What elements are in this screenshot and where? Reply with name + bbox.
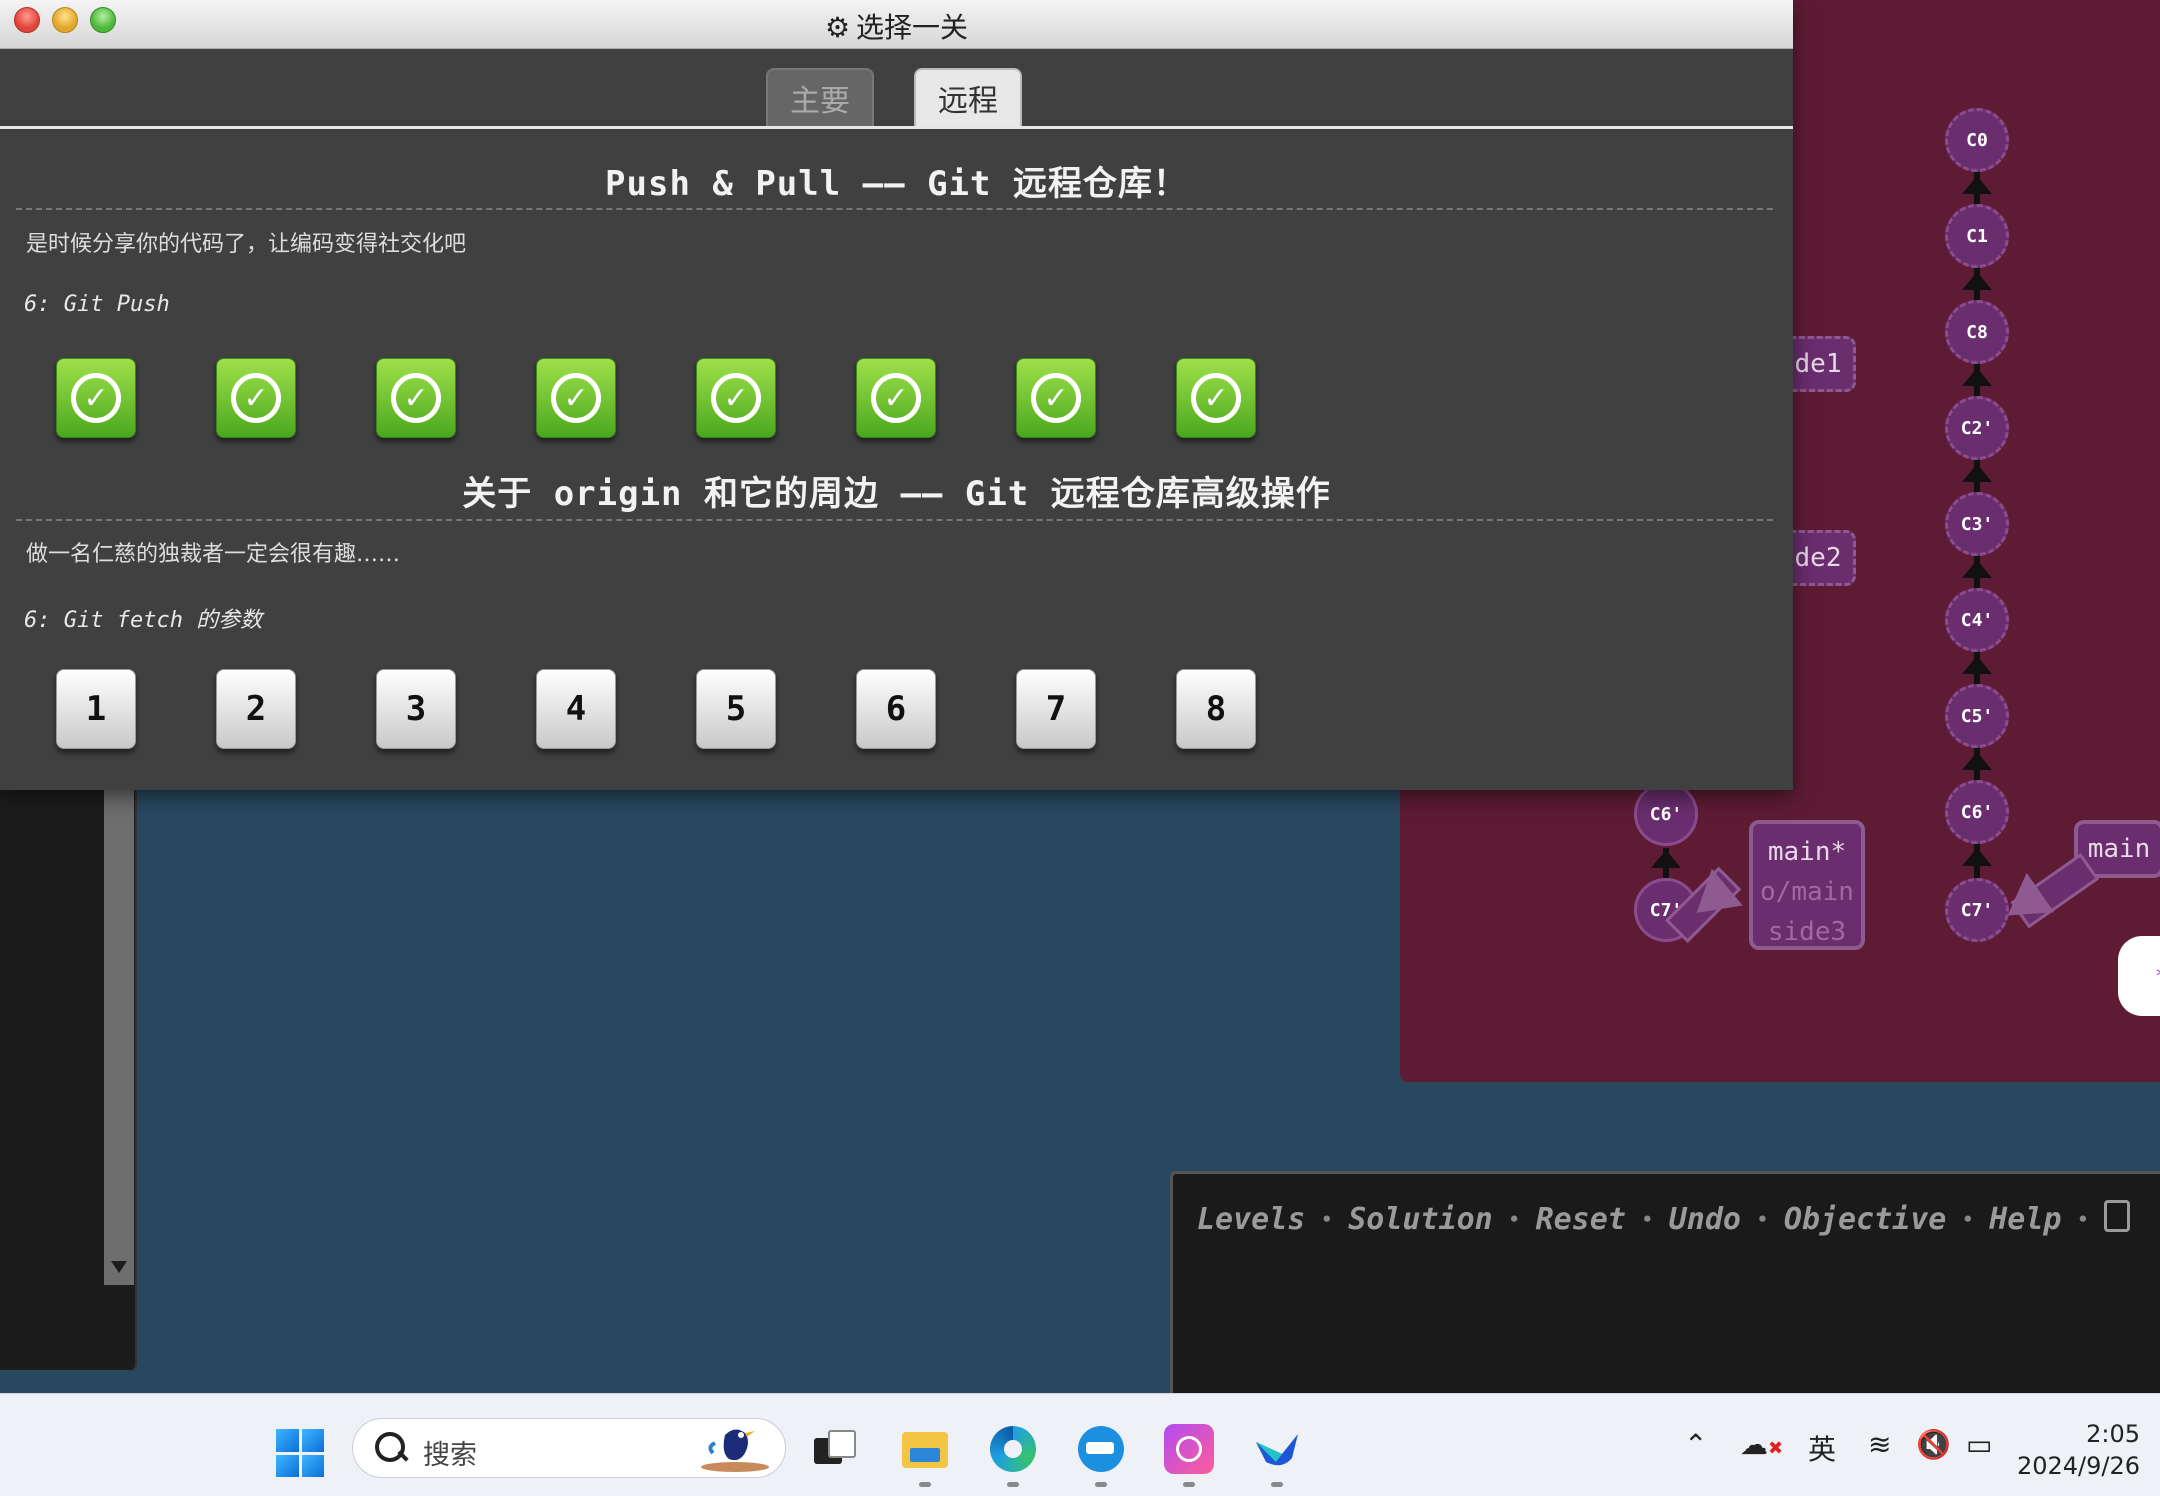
level-button-completed[interactable]: ✓ <box>696 358 776 438</box>
levels-link[interactable]: Levels <box>1197 1202 1305 1237</box>
level-button[interactable]: 3 <box>376 669 456 749</box>
commit-node[interactable]: C6' <box>1634 782 1698 846</box>
wifi-icon[interactable]: ≋ <box>1868 1428 1891 1461</box>
search-highlight-icon <box>701 1429 769 1472</box>
commit-node[interactable]: C6' <box>1945 780 2009 844</box>
level-button[interactable]: 7 <box>1016 669 1096 749</box>
creative-app-icon[interactable] <box>1164 1424 1214 1474</box>
level-button-completed[interactable]: ✓ <box>536 358 616 438</box>
level-button[interactable]: 5 <box>696 669 776 749</box>
commit-node[interactable]: C5' <box>1945 684 2009 748</box>
undo-link[interactable]: Undo <box>1669 1202 1741 1237</box>
tab-remote[interactable]: 远程 <box>914 68 1022 126</box>
checkmark-icon: ✓ <box>551 373 601 423</box>
level-button-completed[interactable]: ✓ <box>56 358 136 438</box>
checkmark-icon: ✓ <box>871 373 921 423</box>
windows-start-icon[interactable] <box>276 1429 324 1477</box>
left-scrollbar[interactable] <box>104 780 134 1285</box>
tab-main[interactable]: 主要 <box>766 68 874 126</box>
level-button[interactable]: 4 <box>536 669 616 749</box>
branch-box-main[interactable]: main* o/main side3 <box>1749 820 1865 950</box>
show-hidden-icons-chevron-icon[interactable]: ⌃ <box>1684 1428 1707 1461</box>
gear-icon: ⚙ <box>824 11 851 44</box>
system-clock[interactable]: 2:05 2024/9/26 <box>2017 1418 2140 1482</box>
level-button[interactable]: 8 <box>1176 669 1256 749</box>
title-bar: ⚙ 选择一关 <box>0 0 1793 49</box>
scroll-down-icon[interactable] <box>111 1261 127 1273</box>
commit-node[interactable]: C2' <box>1945 396 2009 460</box>
section-title: Push & Pull —— Git 远程仓库！ <box>605 164 1188 204</box>
search-box[interactable]: 搜索 <box>352 1418 786 1478</box>
level-button-completed[interactable]: ✓ <box>856 358 936 438</box>
solution-link[interactable]: Solution <box>1348 1202 1493 1237</box>
clock-time: 2:05 <box>2086 1420 2140 1448</box>
objective-link[interactable]: Objective <box>1784 1202 1947 1237</box>
section-description: 做一名仁慈的独裁者一定会很有趣…… <box>26 542 401 567</box>
current-level-label: 6: Git fetch 的参数 <box>24 608 263 633</box>
edge-browser-icon[interactable] <box>988 1424 1038 1474</box>
docker-icon[interactable] <box>1076 1424 1126 1474</box>
help-link[interactable]: Help <box>1989 1202 2061 1237</box>
level-button[interactable]: 6 <box>856 669 936 749</box>
task-view-icon[interactable] <box>808 1424 858 1474</box>
more-icon[interactable] <box>2104 1200 2131 1232</box>
level-button[interactable]: 2 <box>216 669 296 749</box>
feishu-icon[interactable] <box>1252 1424 1302 1474</box>
commit-node[interactable]: C0 <box>1945 108 2009 172</box>
battery-icon[interactable]: ▭ <box>1966 1428 1992 1461</box>
commit-node[interactable]: C1 <box>1945 204 2009 268</box>
command-bar: Levels • Solution • Reset • Undo • Objective • Hel… <box>1170 1171 2160 1404</box>
window-title: 选择一关 <box>856 11 969 44</box>
section-description: 是时候分享你的代码了，让编码变得社交化吧 <box>26 232 467 257</box>
onedrive-error-icon[interactable]: ☁✖ <box>1740 1428 1783 1461</box>
side-tab[interactable]: * <box>2118 936 2160 1016</box>
ime-indicator[interactable]: 英 <box>1808 1428 1836 1468</box>
checkmark-icon: ✓ <box>1191 373 1241 423</box>
commit-node[interactable]: C8 <box>1945 300 2009 364</box>
commit-node[interactable]: C7' <box>1945 878 2009 942</box>
tab-bar: 主要 远程 <box>0 68 1793 129</box>
file-explorer-icon[interactable] <box>900 1424 950 1474</box>
checkmark-icon: ✓ <box>711 373 761 423</box>
taskbar: 搜索 ⌃ ☁✖ 英 ≋ 🔇 ▭ 2:05 2024/9/26 <box>0 1393 2160 1496</box>
reset-link[interactable]: Reset <box>1536 1202 1626 1237</box>
clock-date: 2024/9/26 <box>2016 1452 2140 1480</box>
level-button-completed[interactable]: ✓ <box>376 358 456 438</box>
level-button-completed[interactable]: ✓ <box>1016 358 1096 438</box>
checkmark-icon: ✓ <box>231 373 281 423</box>
checkmark-icon: ✓ <box>391 373 441 423</box>
section-title: 关于 origin 和它的周边 —— Git 远程仓库高级操作 <box>462 474 1331 514</box>
search-icon <box>375 1432 405 1462</box>
commit-node[interactable]: C4' <box>1945 588 2009 652</box>
commit-node[interactable]: C3' <box>1945 492 2009 556</box>
volume-muted-icon[interactable]: 🔇 <box>1916 1428 1951 1461</box>
level-select-dialog: ⚙ 选择一关 主要 远程 Push & Pull —— Git 远程仓库！ 是时候… <box>0 0 1793 790</box>
level-button[interactable]: 1 <box>56 669 136 749</box>
checkmark-icon: ✓ <box>1031 373 1081 423</box>
checkmark-icon: ✓ <box>71 373 121 423</box>
level-button-completed[interactable]: ✓ <box>216 358 296 438</box>
current-level-label: 6: Git Push <box>24 292 170 317</box>
search-placeholder: 搜索 <box>423 1440 477 1471</box>
level-button-completed[interactable]: ✓ <box>1176 358 1256 438</box>
